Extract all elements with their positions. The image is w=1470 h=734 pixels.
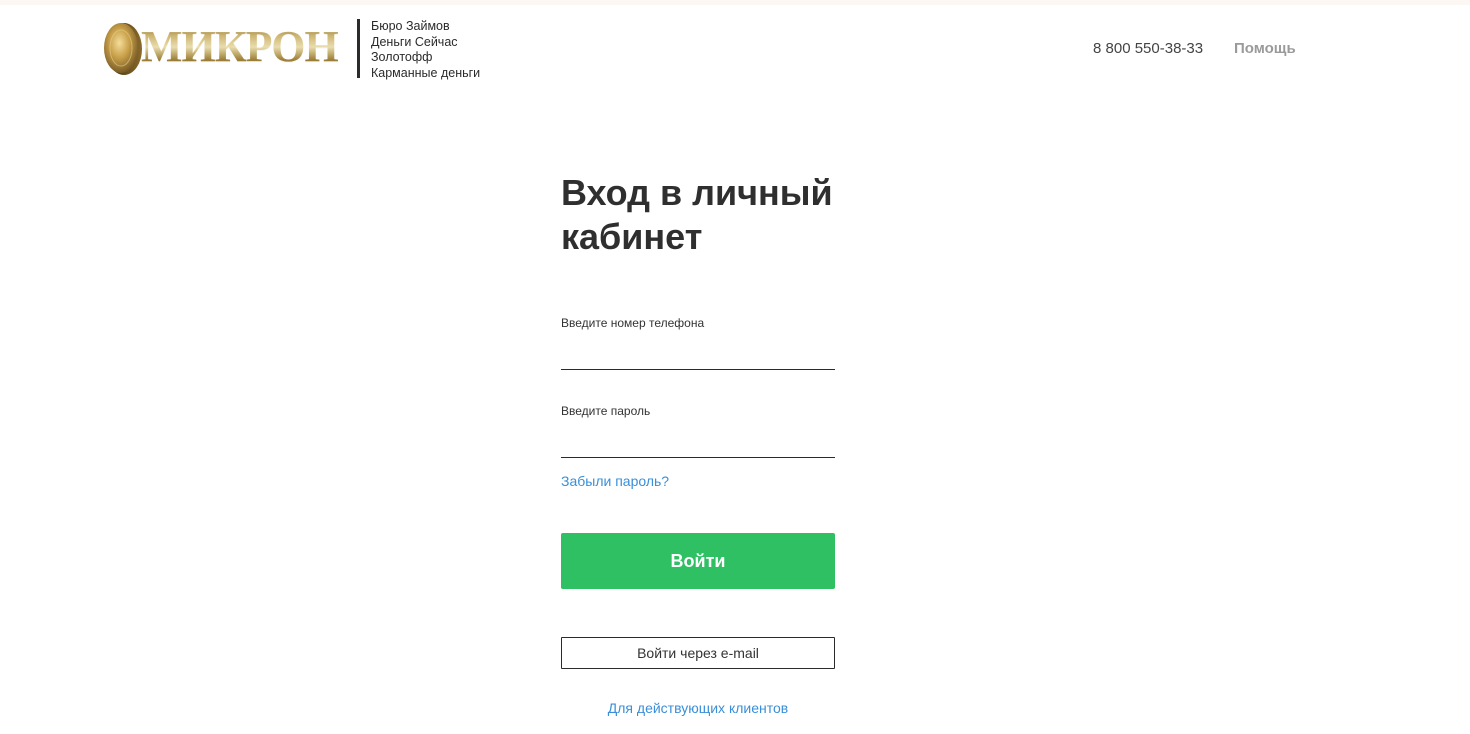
logo-wordmark: МИКРОН bbox=[141, 19, 339, 75]
login-button[interactable]: Войти bbox=[561, 533, 835, 589]
forgot-password-link[interactable]: Забыли пароль? bbox=[561, 473, 669, 489]
phone-input[interactable] bbox=[561, 341, 835, 370]
existing-clients-link[interactable]: Для действующих клиентов bbox=[561, 700, 835, 716]
password-field-label: Введите пароль bbox=[561, 404, 651, 418]
partner-brands-list: Бюро Займов Деньги Сейчас Золотофф Карма… bbox=[371, 19, 480, 81]
help-link[interactable]: Помощь bbox=[1234, 40, 1296, 57]
brand-item: Карманные деньги bbox=[371, 65, 481, 80]
gold-coin-icon bbox=[104, 23, 142, 75]
page-title: Вход в личный кабинет bbox=[561, 172, 833, 257]
email-login-button[interactable]: Войти через e-mail bbox=[561, 637, 835, 669]
site-logo[interactable]: МИКРОН bbox=[101, 18, 339, 76]
top-strip bbox=[0, 0, 1470, 5]
brand-item: Бюро Займов bbox=[371, 19, 450, 33]
brand-item: Золотофф bbox=[371, 50, 433, 64]
phone-link[interactable]: 8 800 550-38-33 bbox=[1093, 40, 1203, 57]
password-input[interactable] bbox=[561, 429, 835, 458]
brand-item: Деньги Сейчас bbox=[371, 34, 458, 49]
logo-divider bbox=[357, 19, 360, 78]
phone-field-label: Введите номер телефона bbox=[561, 316, 705, 330]
